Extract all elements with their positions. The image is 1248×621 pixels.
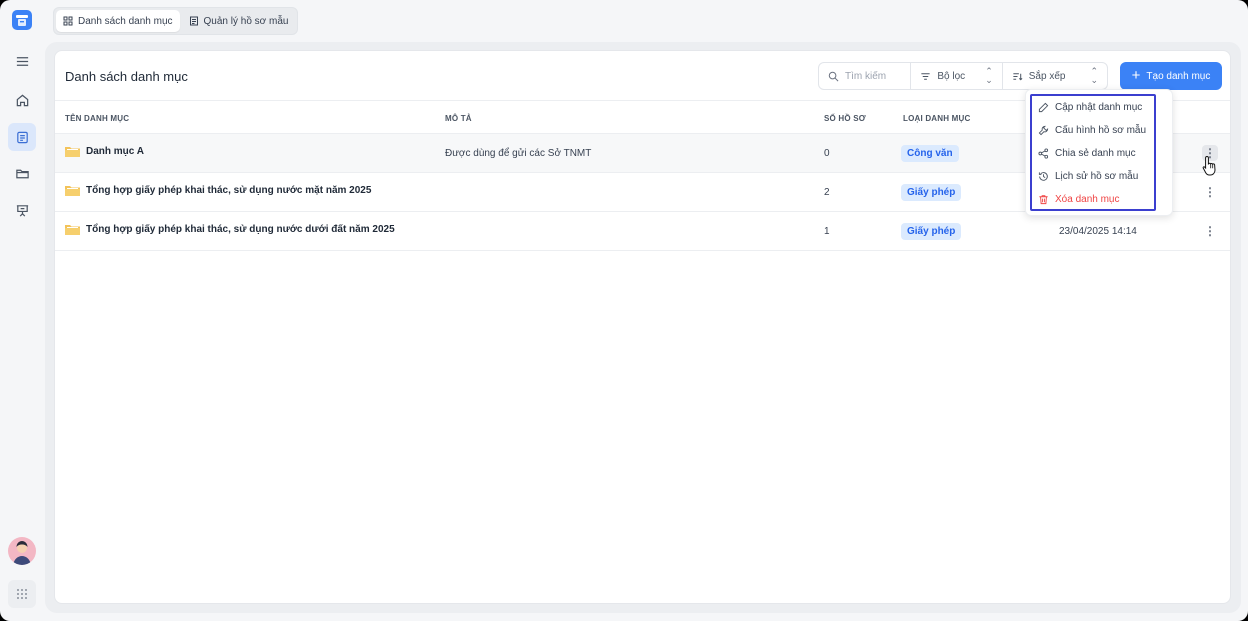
table-toolbar: Tìm kiếm Bộ lọc ⌃ ⌄ Sắp xếp ⌃ ⌄ <box>818 62 1108 90</box>
plus-icon: + <box>1131 67 1141 84</box>
calendar-list-icon[interactable] <box>8 123 36 151</box>
search-icon <box>828 71 839 81</box>
chevron-updown-icon: ⌃ ⌄ <box>1090 66 1098 85</box>
status-badge: Công văn <box>901 145 959 162</box>
col-header-type: LOẠI DANH MỤC <box>903 114 971 123</box>
tab-quan-ly-ho-so-mau[interactable]: Quản lý hồ sơ mẫu <box>182 10 296 32</box>
hamburger-icon[interactable] <box>8 47 36 75</box>
row-count: 2 <box>824 187 830 198</box>
tab-label: Quản lý hồ sơ mẫu <box>203 15 289 27</box>
app-window: Danh sách danh mục Quản lý hồ sơ mẫu Dan… <box>0 0 1248 621</box>
col-header-count: SỐ HỒ SƠ <box>824 114 866 123</box>
row-name-text: Tổng hợp giấy phép khai thác, sử dụng nư… <box>86 223 395 235</box>
row-actions-menu: Cập nhật danh mục Cấu hình hồ sơ mẫu Chi… <box>1025 89 1173 216</box>
document-list-icon <box>189 16 198 26</box>
left-rail <box>0 0 44 621</box>
filter-label: Bộ lọc <box>937 70 966 82</box>
chevron-updown-icon: ⌃ ⌄ <box>985 66 993 85</box>
col-header-name: TÊN DANH MỤC <box>65 114 130 123</box>
table-row[interactable]: Tổng hợp giấy phép khai thác, sử dụng nư… <box>55 212 1230 251</box>
top-tabs: Danh sách danh mục Quản lý hồ sơ mẫu <box>53 7 299 35</box>
status-badge: Giấy phép <box>901 223 962 240</box>
tab-label: Danh sách danh mục <box>78 15 173 27</box>
sort-icon <box>1013 72 1023 80</box>
row-actions-button[interactable]: ⋮ <box>1202 184 1218 200</box>
menu-item-label: Xóa danh mục <box>1055 193 1120 205</box>
menu-item-label: Chia sẻ danh mục <box>1055 147 1136 159</box>
folder-icon <box>65 147 80 157</box>
menu-item-label: Cấu hình hồ sơ mẫu <box>1055 124 1147 136</box>
share-icon <box>1038 147 1049 159</box>
create-category-button[interactable]: + Tạo danh mục <box>1120 62 1222 90</box>
app-logo-icon[interactable] <box>12 10 32 30</box>
menu-item-configure[interactable]: Cấu hình hồ sơ mẫu <box>1038 122 1146 138</box>
search-placeholder: Tìm kiếm <box>845 70 887 82</box>
folder-icon[interactable] <box>8 159 36 187</box>
row-name: Tổng hợp giấy phép khai thác, sử dụng nư… <box>65 184 371 196</box>
row-actions-button[interactable]: ⋮ <box>1202 223 1218 239</box>
row-name: Tổng hợp giấy phép khai thác, sử dụng nư… <box>65 223 395 235</box>
col-header-description: MÔ TẢ <box>445 114 472 123</box>
menu-item-update[interactable]: Cập nhật danh mục <box>1038 99 1142 115</box>
menu-item-label: Lịch sử hồ sơ mẫu <box>1055 170 1139 182</box>
sort-label: Sắp xếp <box>1028 70 1066 82</box>
folder-icon <box>65 186 80 196</box>
row-count: 0 <box>824 148 830 159</box>
row-name-text: Danh mục A <box>86 145 144 157</box>
presentation-icon[interactable] <box>8 196 36 224</box>
menu-item-history[interactable]: Lịch sử hồ sơ mẫu <box>1038 168 1138 184</box>
history-icon <box>1038 171 1048 181</box>
page-title: Danh sách danh mục <box>65 69 188 84</box>
filter-select[interactable]: Bộ lọc ⌃ ⌄ <box>911 63 1003 89</box>
row-name: Danh mục A <box>65 145 144 157</box>
hand-cursor-icon <box>1202 155 1216 176</box>
menu-item-delete[interactable]: Xóa danh mục <box>1038 191 1120 207</box>
filter-icon <box>921 72 930 80</box>
row-updated: 23/04/2025 14:14 <box>1059 226 1137 237</box>
apps-grid-icon[interactable] <box>8 580 36 608</box>
row-name-text: Tổng hợp giấy phép khai thác, sử dụng nư… <box>86 184 372 196</box>
row-count: 1 <box>824 226 830 237</box>
list-grid-icon <box>63 16 73 26</box>
status-badge: Giấy phép <box>901 184 962 201</box>
wrench-icon <box>1038 125 1049 135</box>
sort-select[interactable]: Sắp xếp ⌃ ⌄ <box>1003 63 1107 89</box>
tab-danh-sach-danh-muc[interactable]: Danh sách danh mục <box>56 10 180 32</box>
folder-icon <box>65 225 80 235</box>
menu-item-share[interactable]: Chia sẻ danh mục <box>1038 145 1136 161</box>
pencil-icon <box>1038 102 1049 112</box>
search-input[interactable]: Tìm kiếm <box>819 63 912 89</box>
home-icon[interactable] <box>8 86 36 114</box>
row-description: Được dùng để gửi các Sở TNMT <box>445 148 592 159</box>
create-button-label: Tạo danh mục <box>1146 70 1211 82</box>
avatar[interactable] <box>8 537 36 565</box>
menu-item-label: Cập nhật danh mục <box>1055 101 1143 113</box>
trash-icon <box>1039 194 1048 204</box>
